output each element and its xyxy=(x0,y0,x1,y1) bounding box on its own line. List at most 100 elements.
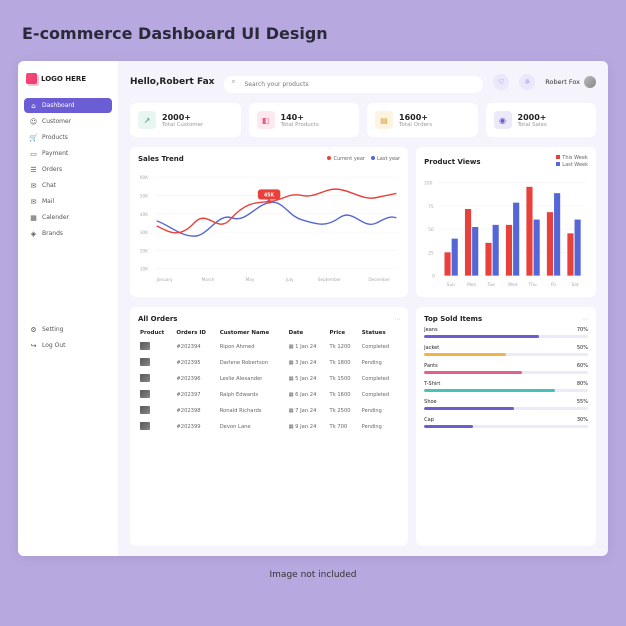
top-item-name: Cap xyxy=(424,417,434,423)
top-item-pct: 30% xyxy=(577,417,588,423)
sidebar-item-products[interactable]: 🛒 Products xyxy=(24,130,112,145)
sidebar-label: Dashboard xyxy=(42,102,75,109)
svg-text:40K: 40K xyxy=(140,212,148,218)
page-heading: E-commerce Dashboard UI Design xyxy=(22,24,608,43)
sales-trend-card: Sales Trend Current year Last year xyxy=(130,147,408,297)
product-thumb-icon xyxy=(140,374,150,382)
table-row[interactable]: #202399Devon Lane▦ 9 Jan 24Tk 700Pending xyxy=(138,419,400,435)
svg-text:May: May xyxy=(246,277,255,283)
svg-text:January: January xyxy=(156,277,173,283)
orders-kpi-icon: ▤ xyxy=(375,111,393,129)
topbar: Hello,Robert Fax ⌕ ♡ ☼ Robert Fox xyxy=(130,71,596,93)
greeting-text: Hello,Robert Fax xyxy=(130,77,214,87)
svg-text:Sun: Sun xyxy=(447,282,456,288)
settings-button[interactable]: ☼ xyxy=(519,74,535,90)
kpi-products: ◧ 140+Total Products xyxy=(249,103,360,137)
user-name: Robert Fox xyxy=(545,78,580,86)
top-sold-item: Jacket50% xyxy=(424,345,588,356)
svg-text:Fri: Fri xyxy=(551,282,556,288)
bell-button[interactable]: ♡ xyxy=(493,74,509,90)
order-price: Tk 2500 xyxy=(328,403,360,419)
svg-text:Thu: Thu xyxy=(528,282,537,288)
mail-icon: ✉ xyxy=(30,198,37,205)
sidebar-item-setting[interactable]: ⚙Setting xyxy=(24,322,112,337)
top-sold-more-button[interactable]: ⋯ xyxy=(582,316,588,323)
kpi-label: Total Orders xyxy=(399,122,432,128)
top-sold-item: Shoe55% xyxy=(424,399,588,410)
order-date: ▦ 6 Jan 24 xyxy=(287,387,328,403)
search-input[interactable] xyxy=(224,76,483,93)
svg-text:60K: 60K xyxy=(140,175,148,181)
customer-kpi-icon: ↗ xyxy=(138,111,156,129)
customer-name: Leslie Alexander xyxy=(218,371,287,387)
th-price: Price xyxy=(328,327,360,339)
sales-chart: 60K50K40K30K20K10K JanuaryMarchMayJulySe… xyxy=(138,167,400,289)
product-views-title: Product Views xyxy=(424,158,480,166)
svg-text:Tue: Tue xyxy=(487,282,496,288)
user-menu[interactable]: Robert Fox xyxy=(545,76,596,88)
th-date: Date xyxy=(287,327,328,339)
svg-text:December: December xyxy=(368,277,390,283)
svg-text:30K: 30K xyxy=(140,230,148,236)
cart-icon: 🛒 xyxy=(30,134,37,141)
sidebar-item-payment[interactable]: ▭Payment xyxy=(24,146,112,161)
order-price: Tk 1200 xyxy=(328,339,360,355)
svg-text:75: 75 xyxy=(428,204,434,210)
order-price: Tk 1600 xyxy=(328,387,360,403)
sidebar-item-brands[interactable]: ◈Brands xyxy=(24,226,112,241)
customer-name: Darlene Robertson xyxy=(218,355,287,371)
sidebar: LOGO HERE ⌂Dashboard ☺ Customer 🛒 Products… xyxy=(18,61,118,556)
sidebar-item-customer[interactable]: ☺ Customer xyxy=(24,114,112,129)
order-date: ▦ 5 Jan 24 xyxy=(287,371,328,387)
sidebar-label: Log Out xyxy=(42,342,66,349)
sales-trend-title: Sales Trend xyxy=(138,155,184,163)
th-customer: Customer Name xyxy=(218,327,287,339)
sidebar-item-dashboard[interactable]: ⌂Dashboard xyxy=(24,98,112,113)
sidebar-item-orders[interactable]: ☰Orders xyxy=(24,162,112,177)
sidebar-label: Products xyxy=(42,134,68,141)
sidebar-label: Brands xyxy=(42,230,63,237)
logo[interactable]: LOGO HERE xyxy=(24,71,112,86)
top-item-name: T-Shirt xyxy=(424,381,440,387)
table-row[interactable]: #202397Ralph Edwards▦ 6 Jan 24Tk 1600Com… xyxy=(138,387,400,403)
order-id: #202397 xyxy=(174,387,217,403)
table-row[interactable]: #202398Ronald Richards▦ 7 Jan 24Tk 2500P… xyxy=(138,403,400,419)
table-row[interactable]: #202394Ripon Ahmed▦ 1 Jan 24Tk 1200Compl… xyxy=(138,339,400,355)
table-row[interactable]: #202396Leslie Alexander▦ 5 Jan 24Tk 1500… xyxy=(138,371,400,387)
progress-bar xyxy=(424,407,588,410)
top-sold-item: Jeans70% xyxy=(424,327,588,338)
sidebar-label: Customer xyxy=(42,118,71,125)
logo-text: LOGO HERE xyxy=(41,75,86,83)
legend-dot-last-icon xyxy=(371,156,375,160)
sidebar-item-logout[interactable]: ↪Log Out xyxy=(24,338,112,353)
sidebar-item-chat[interactable]: ✉Chat xyxy=(24,178,112,193)
svg-text:July: July xyxy=(285,277,294,283)
kpi-value: 2000+ xyxy=(518,113,547,122)
views-chart: 1007550250 SunMonTueWe xyxy=(424,172,588,299)
top-item-pct: 50% xyxy=(577,345,588,351)
top-item-name: Pants xyxy=(424,363,438,369)
products-kpi-icon: ◧ xyxy=(257,111,275,129)
sidebar-item-mail[interactable]: ✉Mail xyxy=(24,194,112,209)
order-status: Completed xyxy=(360,387,400,403)
order-date: ▦ 7 Jan 24 xyxy=(287,403,328,419)
legend-label: Current year xyxy=(333,156,365,162)
top-item-pct: 55% xyxy=(577,399,588,405)
user-icon: ☺ xyxy=(30,118,37,125)
orders-more-button[interactable]: ⋯ xyxy=(394,316,400,323)
top-sold-item: Pants60% xyxy=(424,363,588,374)
order-status: Pending xyxy=(360,403,400,419)
svg-text:100: 100 xyxy=(424,181,433,187)
kpi-label: Total Sales xyxy=(518,122,547,128)
order-status: Pending xyxy=(360,419,400,435)
sidebar-label: Payment xyxy=(42,150,68,157)
order-id: #202398 xyxy=(174,403,217,419)
sidebar-item-calender[interactable]: ▦Calender xyxy=(24,210,112,225)
order-date: ▦ 9 Jan 24 xyxy=(287,419,328,435)
order-price: Tk 1800 xyxy=(328,355,360,371)
order-status: Completed xyxy=(360,371,400,387)
sales-tooltip-value: 45K xyxy=(264,192,274,198)
legend-dot-current-icon xyxy=(327,156,331,160)
kpi-value: 140+ xyxy=(281,113,319,122)
table-row[interactable]: #202395Darlene Robertson▦ 3 Jan 24Tk 180… xyxy=(138,355,400,371)
